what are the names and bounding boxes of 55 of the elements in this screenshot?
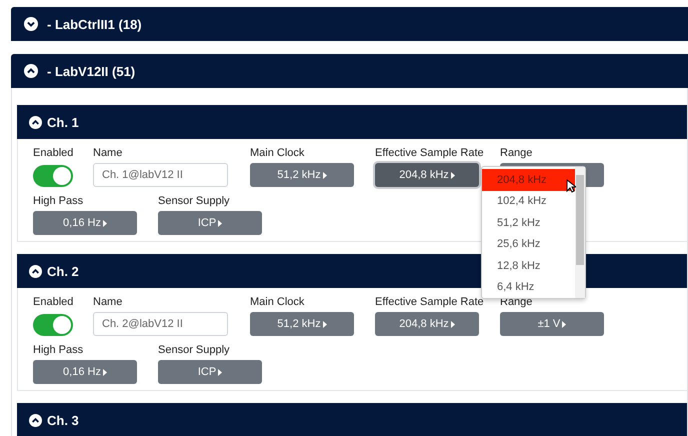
dropdown-button[interactable]: ICP [158, 211, 262, 235]
group-title: - LabV12II (51) [47, 64, 136, 78]
field-label: Enabled [33, 296, 74, 310]
name-input-field[interactable]: Ch. 1@labV12 II [93, 163, 228, 187]
caret-icon [102, 368, 107, 376]
chevron-up-icon[interactable] [29, 116, 42, 128]
name-input-field[interactable]: Ch. 2@labV12 II [93, 312, 228, 336]
field-label: High Pass [33, 344, 84, 358]
field-label: Effective Sample Rate [375, 147, 485, 161]
cursor-icon [566, 179, 576, 193]
dropdown-button[interactable]: 204,8 kHz [375, 163, 479, 187]
channel-title: Ch. 2 [47, 264, 79, 278]
enabled-toggle[interactable] [33, 165, 73, 187]
group-title: - LabCtrlII1 (18) [47, 16, 142, 32]
field-label: Range [500, 147, 534, 161]
dropdown-button[interactable]: ICP [158, 360, 262, 384]
caret-icon [450, 320, 455, 328]
caret-icon [322, 172, 327, 178]
field-label: Enabled [33, 147, 74, 161]
dropdown-button[interactable]: 204,8 kHz [375, 312, 479, 336]
field-label: Effective Sample Rate [375, 296, 485, 310]
channel-header[interactable]: Ch. 3 [17, 403, 687, 436]
field-label: Main Clock [250, 147, 306, 161]
enabled-toggle[interactable] [33, 314, 73, 336]
dropdown-option[interactable]: 102,4 kHz [482, 190, 575, 212]
field-label: High Pass [33, 195, 84, 209]
chevron-down-icon[interactable] [24, 17, 38, 31]
chevron-up-icon[interactable] [29, 414, 42, 426]
channel-header[interactable]: Ch. 1 [17, 105, 687, 139]
field-label: Name [93, 147, 124, 161]
caret-icon [218, 220, 222, 226]
dropdown-button[interactable]: 51,2 kHz [250, 163, 354, 187]
dropdown-button[interactable]: 0,16 Hz [33, 211, 137, 235]
dropdown-option[interactable]: 25,6 kHz [482, 234, 575, 255]
scrollbar[interactable] [575, 167, 585, 298]
channel-title: Ch. 1 [47, 114, 79, 130]
channel-title: Ch. 3 [47, 412, 79, 428]
caret-icon [450, 172, 455, 178]
chevron-up-icon[interactable] [24, 64, 38, 78]
field-label: Main Clock [250, 296, 306, 310]
dropdown-button[interactable]: ±1 V [500, 312, 604, 336]
field-label: Name [93, 296, 124, 310]
caret-icon [218, 368, 222, 376]
dropdown-button[interactable]: 51,2 kHz [250, 312, 354, 336]
field-label: Sensor Supply [158, 195, 231, 209]
chevron-up-icon[interactable] [29, 264, 42, 278]
dropdown-button[interactable]: 0,16 Hz [33, 360, 137, 384]
group-header[interactable]: - LabV12II (51) [11, 54, 688, 88]
dropdown-option[interactable]: 51,2 kHz [482, 212, 575, 234]
dropdown-option[interactable]: 12,8 kHz [482, 255, 575, 276]
group-header[interactable]: - LabCtrlII1 (18) [11, 7, 688, 41]
field-label: Sensor Supply [158, 344, 231, 358]
caret-icon [322, 320, 327, 328]
caret-icon [562, 320, 566, 328]
caret-icon [102, 220, 107, 226]
